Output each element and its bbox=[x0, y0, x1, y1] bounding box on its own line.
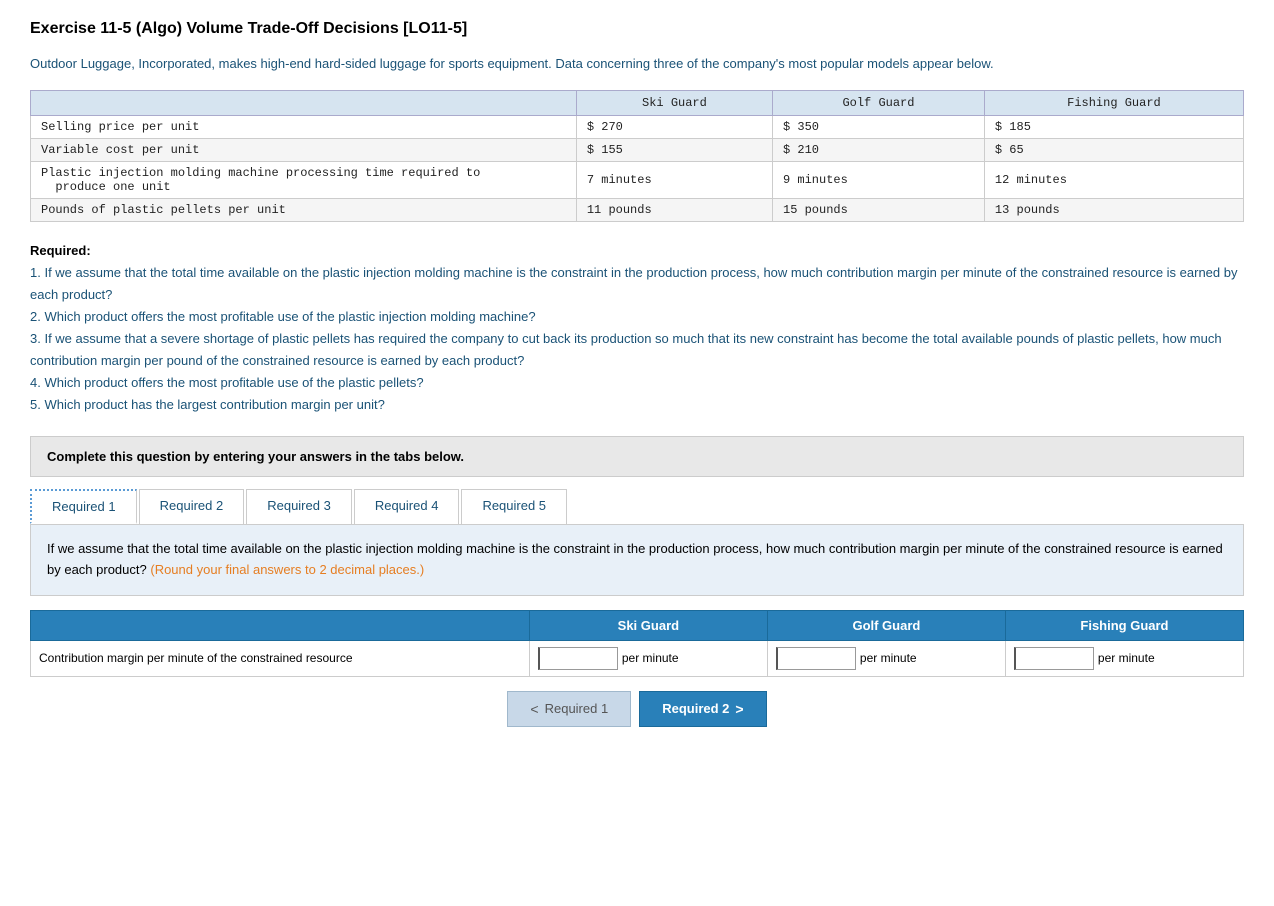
tab-required-5[interactable]: Required 5 bbox=[461, 489, 567, 524]
page-title: Exercise 11-5 (Algo) Volume Trade-Off De… bbox=[30, 20, 1244, 38]
answer-row: Contribution margin per minute of the co… bbox=[31, 640, 1244, 676]
answer-col-header-fishing: Fishing Guard bbox=[1005, 610, 1243, 640]
next-arrow-icon: > bbox=[735, 701, 743, 717]
prev-button[interactable]: < Required 1 bbox=[507, 691, 631, 727]
data-table: Ski Guard Golf Guard Fishing Guard Selli… bbox=[30, 90, 1244, 222]
required-section: Required: 1. If we assume that the total… bbox=[30, 240, 1244, 417]
col-header-fishing: Fishing Guard bbox=[984, 90, 1243, 115]
tab-content-area: If we assume that the total time availab… bbox=[30, 524, 1244, 596]
row-label-pounds: Pounds of plastic pellets per unit bbox=[31, 198, 577, 221]
nav-buttons: < Required 1 Required 2 > bbox=[30, 691, 1244, 727]
prev-button-label: Required 1 bbox=[545, 701, 609, 716]
required-item-5: 5. Which product has the largest contrib… bbox=[30, 394, 1244, 416]
cell-ski-processing: 7 minutes bbox=[576, 161, 772, 198]
col-header-golf: Golf Guard bbox=[773, 90, 985, 115]
required-item-4: 4. Which product offers the most profita… bbox=[30, 372, 1244, 394]
golf-guard-input[interactable] bbox=[776, 647, 856, 670]
cell-golf-variable: $ 210 bbox=[773, 138, 985, 161]
answer-col-header-empty bbox=[31, 610, 530, 640]
cell-ski-pounds: 11 pounds bbox=[576, 198, 772, 221]
complete-box-text: Complete this question by entering your … bbox=[47, 449, 464, 464]
required-item-3: 3. If we assume that a severe shortage o… bbox=[30, 328, 1244, 372]
cell-ski-variable: $ 155 bbox=[576, 138, 772, 161]
table-row: Pounds of plastic pellets per unit 11 po… bbox=[31, 198, 1244, 221]
table-row: Variable cost per unit $ 155 $ 210 $ 65 bbox=[31, 138, 1244, 161]
col-header-empty bbox=[31, 90, 577, 115]
next-button[interactable]: Required 2 > bbox=[639, 691, 766, 727]
cell-golf-processing: 9 minutes bbox=[773, 161, 985, 198]
answer-col-header-golf: Golf Guard bbox=[767, 610, 1005, 640]
fishing-per-label: per minute bbox=[1098, 651, 1155, 665]
cell-golf-selling: $ 350 bbox=[773, 115, 985, 138]
cell-fishing-selling: $ 185 bbox=[984, 115, 1243, 138]
tab-required-1[interactable]: Required 1 bbox=[30, 489, 137, 524]
tab-required-4[interactable]: Required 4 bbox=[354, 489, 460, 524]
col-header-ski: Ski Guard bbox=[576, 90, 772, 115]
row-label-processing: Plastic injection molding machine proces… bbox=[31, 161, 577, 198]
cell-ski-selling: $ 270 bbox=[576, 115, 772, 138]
required-label: Required: bbox=[30, 243, 91, 258]
next-button-label: Required 2 bbox=[662, 701, 729, 716]
answer-table: Ski Guard Golf Guard Fishing Guard Contr… bbox=[30, 610, 1244, 677]
table-row: Selling price per unit $ 270 $ 350 $ 185 bbox=[31, 115, 1244, 138]
ski-per-label: per minute bbox=[622, 651, 679, 665]
required-item-2: 2. Which product offers the most profita… bbox=[30, 306, 1244, 328]
cell-golf-pounds: 15 pounds bbox=[773, 198, 985, 221]
table-row: Plastic injection molding machine proces… bbox=[31, 161, 1244, 198]
cell-fishing-processing: 12 minutes bbox=[984, 161, 1243, 198]
row-label-selling: Selling price per unit bbox=[31, 115, 577, 138]
golf-per-label: per minute bbox=[860, 651, 917, 665]
prev-arrow-icon: < bbox=[530, 701, 538, 717]
fishing-guard-input[interactable] bbox=[1014, 647, 1094, 670]
answer-cell-fishing: per minute bbox=[1005, 640, 1243, 676]
complete-box: Complete this question by entering your … bbox=[30, 436, 1244, 477]
tabs-container: Required 1 Required 2 Required 3 Require… bbox=[30, 489, 1244, 524]
answer-cell-ski: per minute bbox=[529, 640, 767, 676]
intro-text: Outdoor Luggage, Incorporated, makes hig… bbox=[30, 54, 1244, 74]
answer-cell-golf: per minute bbox=[767, 640, 1005, 676]
tab-hint-text: (Round your final answers to 2 decimal p… bbox=[150, 562, 424, 577]
required-item-1: 1. If we assume that the total time avai… bbox=[30, 262, 1244, 306]
row-label-variable: Variable cost per unit bbox=[31, 138, 577, 161]
tab-required-2[interactable]: Required 2 bbox=[139, 489, 245, 524]
answer-row-label: Contribution margin per minute of the co… bbox=[31, 640, 530, 676]
tab-required-3[interactable]: Required 3 bbox=[246, 489, 352, 524]
answer-col-header-ski: Ski Guard bbox=[529, 610, 767, 640]
ski-guard-input[interactable] bbox=[538, 647, 618, 670]
cell-fishing-variable: $ 65 bbox=[984, 138, 1243, 161]
cell-fishing-pounds: 13 pounds bbox=[984, 198, 1243, 221]
